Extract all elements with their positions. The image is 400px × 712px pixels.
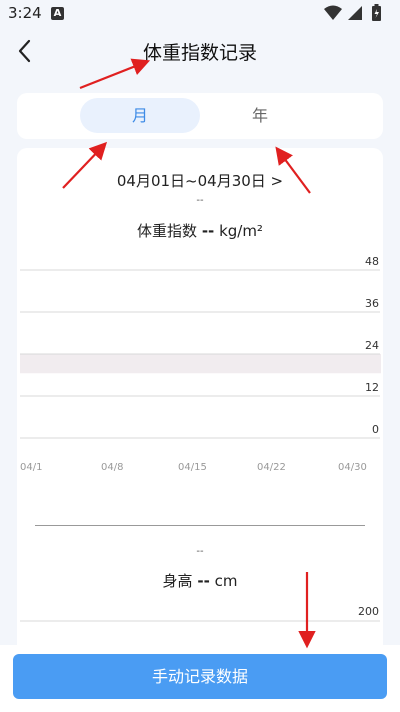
y-tick-label: 24 xyxy=(365,339,379,352)
manual-record-button[interactable]: 手动记录数据 xyxy=(13,654,387,699)
x-tick-label: 04/15 xyxy=(178,462,207,473)
height-metric: 身高 -- cm xyxy=(17,570,383,591)
y-tick-label: 200 xyxy=(358,605,379,618)
battery-icon xyxy=(372,4,381,21)
bottom-bar: 手动记录数据 xyxy=(0,645,400,712)
section-divider xyxy=(35,525,365,526)
status-bar: 3:24 A xyxy=(0,0,400,28)
notification-icon: A xyxy=(51,7,64,20)
height-label: 身高 xyxy=(162,572,193,590)
y-tick-label: 48 xyxy=(365,255,379,268)
height-value: -- xyxy=(197,572,210,590)
y-tick-label: 12 xyxy=(365,381,379,394)
y-tick-label: 0 xyxy=(372,423,379,436)
x-tick-label: 04/8 xyxy=(101,462,123,473)
bmi-chart-card: 04月01日~04月30日 > -- 体重指数 -- kg/m² 48 36 24 1… xyxy=(17,148,383,668)
height-unit: cm xyxy=(214,572,238,590)
x-tick-label: 04/1 xyxy=(20,462,42,473)
status-time: 3:24 xyxy=(8,4,42,22)
signal-icon xyxy=(348,6,362,20)
x-tick-label: 04/22 xyxy=(257,462,286,473)
header: 体重指数记录 xyxy=(0,28,400,74)
period-tabs: 月 年 xyxy=(17,93,383,139)
status-icons xyxy=(324,4,381,21)
y-tick-label: 36 xyxy=(365,297,379,310)
wifi-icon xyxy=(324,5,342,20)
tab-year[interactable]: 年 xyxy=(200,98,320,133)
tab-month[interactable]: 月 xyxy=(80,98,200,133)
normal-range-band xyxy=(20,354,381,374)
bmi-record-page: 3:24 A 体重指数记录 月 年 04月01日~04月30日 > -- 体重指… xyxy=(0,0,400,712)
height-dash-placeholder: -- xyxy=(196,546,204,557)
x-tick-label: 04/30 xyxy=(338,462,367,473)
page-title: 体重指数记录 xyxy=(142,42,257,64)
